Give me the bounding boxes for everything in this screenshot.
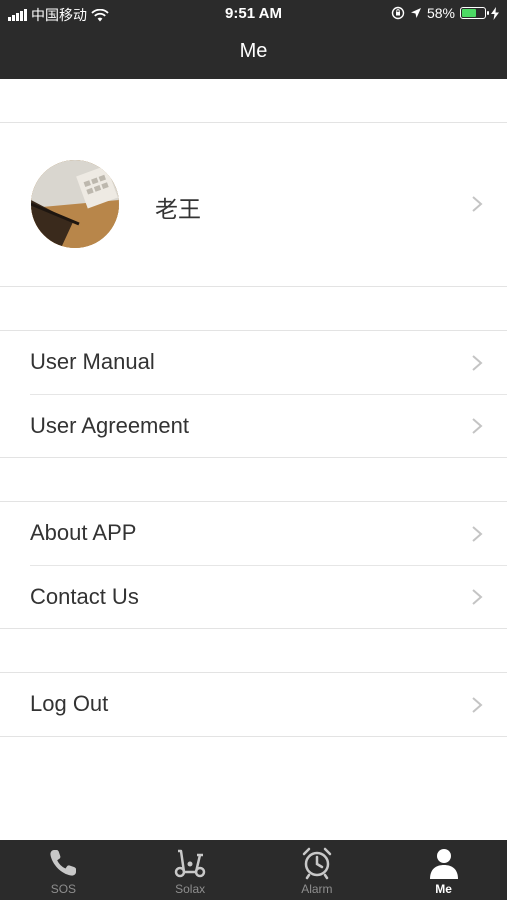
tab-sos[interactable]: SOS — [0, 840, 127, 900]
chevron-right-icon — [472, 354, 483, 371]
menu-item-user-agreement[interactable]: User Agreement — [30, 394, 507, 457]
tab-label: Solax — [175, 882, 206, 896]
tab-bar: SOS Solax Alarm Me — [0, 840, 507, 900]
menu-item-log-out[interactable]: Log Out — [0, 673, 507, 736]
profile-row[interactable]: 老王 — [0, 123, 507, 286]
battery-fill — [462, 9, 476, 17]
menu-item-label: About APP — [30, 520, 137, 545]
menu-item-label: Log Out — [30, 691, 109, 716]
avatar-photo — [31, 160, 119, 248]
tab-solax[interactable]: Solax — [127, 840, 254, 900]
info-group: About APP Contact Us — [0, 501, 507, 629]
orientation-lock-icon — [391, 6, 405, 20]
chevron-right-icon — [472, 525, 483, 542]
chevron-right-icon — [472, 196, 483, 212]
navigation-bar: Me — [0, 28, 507, 79]
menu-item-label: Contact Us — [30, 584, 139, 609]
docs-group: User Manual User Agreement — [0, 330, 507, 458]
phone-icon — [50, 850, 77, 876]
avatar — [31, 160, 119, 248]
profile-name: 老王 — [155, 196, 201, 222]
menu-item-user-manual[interactable]: User Manual — [0, 331, 507, 394]
menu-item-label: User Agreement — [30, 413, 189, 438]
chevron-right-icon — [472, 418, 483, 434]
tab-label: Me — [435, 882, 452, 896]
battery-icon — [460, 7, 489, 19]
battery-percent: 58% — [426, 5, 455, 21]
menu-item-contact-us[interactable]: Contact Us — [30, 565, 507, 628]
tab-alarm[interactable]: Alarm — [254, 840, 381, 900]
chevron-right-icon — [472, 589, 483, 605]
chevron-right-icon — [472, 696, 483, 713]
person-icon — [429, 849, 458, 879]
menu-item-about-app[interactable]: About APP — [0, 502, 507, 565]
account-group: Log Out — [0, 672, 507, 737]
menu-item-label: User Manual — [30, 349, 155, 374]
profile-group: 老王 — [0, 122, 507, 287]
page-title: Me — [239, 40, 268, 62]
charging-bolt-icon — [491, 6, 499, 20]
tab-label: Alarm — [301, 882, 333, 896]
status-bar: 中国移动 9:51 AM 58% — [0, 0, 507, 28]
tab-me[interactable]: Me — [380, 840, 507, 900]
status-right: 58% — [391, 5, 499, 21]
location-arrow-icon — [410, 8, 421, 18]
alarm-clock-icon — [302, 847, 332, 880]
scooter-icon — [174, 849, 206, 878]
tab-label: SOS — [50, 882, 77, 896]
content-area: 老王 User Manual User Agreement About APP — [0, 79, 507, 840]
